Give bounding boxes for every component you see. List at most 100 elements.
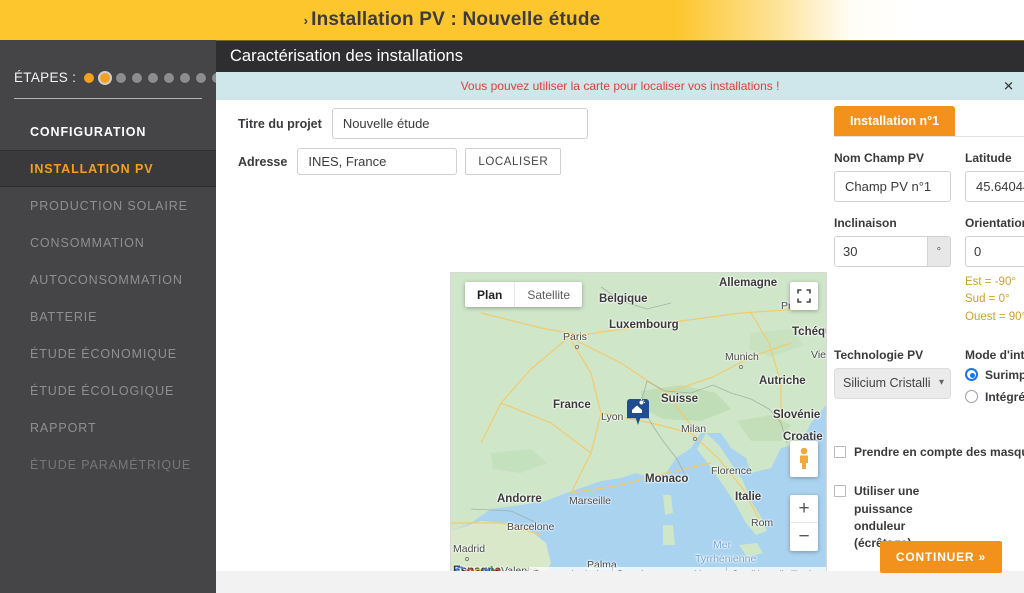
pegman-glyph (800, 447, 808, 469)
map-label-paris: Paris (563, 331, 587, 343)
step-dot-1[interactable] (84, 72, 95, 83)
technologie-pv-select[interactable]: Silicium Cristallin (834, 367, 951, 399)
map-type-satellite[interactable]: Satellite (514, 282, 582, 307)
orientation-label: Orientation (965, 216, 1024, 230)
address-row: Adresse LOCALISER (238, 148, 618, 175)
sidebar-item-label: INSTALLATION PV (30, 161, 154, 176)
map-label-belgique: Belgique (599, 293, 648, 305)
tab-installation-1[interactable]: Installation n°1 (834, 106, 956, 136)
street-view-pegman-icon[interactable] (790, 441, 818, 477)
map-type-plan[interactable]: Plan (465, 282, 514, 307)
page-title-text: Installation PV : Nouvelle étude (311, 9, 601, 30)
map-type-switch[interactable]: Plan Satellite (465, 282, 583, 307)
sidebar-item-label: ÉTUDE ÉCONOMIQUE (30, 346, 178, 361)
page-title: › Installation PV : Nouvelle étude (304, 9, 721, 31)
content-area: Titre du projet Adresse LOCALISER (216, 100, 1024, 593)
installation-row-3: Technologie PV Silicium Cristallin ▾ Mod… (834, 348, 1024, 418)
sidebar-menu: CONFIGURATION INSTALLATION PV PRODUCTION… (0, 113, 216, 483)
steps-indicator: ÉTAPES : (0, 40, 255, 85)
map-label-tyrrhenienne: Tyrrhénienne (695, 553, 757, 565)
project-title-row: Titre du projet (238, 108, 618, 139)
city-dot-munich (739, 365, 743, 369)
continue-button[interactable]: CONTINUER » (879, 541, 1002, 573)
checkbox-masques-row[interactable]: Prendre en compte des masques lointains … (834, 444, 1024, 461)
orientation-note-sud: Sud = 0° (965, 293, 1010, 306)
project-title-label: Titre du projet (238, 116, 322, 131)
close-icon[interactable]: ✕ (1003, 80, 1014, 93)
map-label-lyon: Lyon (601, 411, 624, 423)
footer-strip (216, 571, 1024, 593)
map-label-allemagne: Allemagne (719, 277, 778, 289)
installation-tabs: Installation n°1 (834, 106, 1024, 137)
technologie-pv-select-wrap: Silicium Cristallin ▾ (834, 367, 951, 399)
map-label-italie: Italie (735, 491, 762, 503)
section-header: Caractérisation des installations (216, 40, 1024, 72)
sidebar-item-consommation[interactable]: CONSOMMATION (0, 224, 216, 261)
map-zoom-controls[interactable]: + − (790, 495, 818, 551)
orientation-note-est: Est = -90° (965, 276, 1016, 288)
latitude-input[interactable] (965, 171, 1024, 202)
step-dot-5[interactable] (148, 72, 159, 83)
sidebar-item-autoconsommation[interactable]: AUTOCONSOMMATION (0, 261, 216, 298)
map-label-autriche: Autriche (759, 375, 806, 387)
step-dot-7[interactable] (180, 72, 191, 83)
latitude-label: Latitude (965, 151, 1012, 165)
sidebar-item-production-solaire[interactable]: PRODUCTION SOLAIRE (0, 187, 216, 224)
main-panel: Caractérisation des installations Vous p… (216, 40, 1024, 593)
radio-integre-au-bati-input[interactable] (965, 390, 978, 404)
map-label-andorre: Andorre (497, 493, 542, 505)
step-dot-2[interactable] (100, 72, 111, 83)
installation-row-2: Inclinaison ° Orientation ° E (834, 216, 1024, 326)
map-widget[interactable]: Allemagne Belgique Luxembourg Pr Tchéqu … (450, 272, 827, 582)
checkbox-masques[interactable] (834, 446, 846, 459)
sidebar-item-etude-parametrique[interactable]: ÉTUDE PARAMÉTRIQUE (0, 446, 216, 483)
map-label-milan: Milan (681, 423, 707, 435)
house-sun-icon (632, 399, 645, 413)
radio-integre-au-bati[interactable]: Intégré au bâti (965, 390, 1024, 404)
field-mode-integration: Mode d'intégration Surimposé Intégré au … (965, 348, 1024, 418)
project-form: Titre du projet Adresse LOCALISER (238, 108, 618, 184)
map-label-tchequie: Tchéqu (792, 326, 826, 338)
field-technologie-pv: Technologie PV Silicium Cristallin ▾ (834, 348, 951, 418)
address-input[interactable] (297, 148, 458, 175)
sidebar-item-label: BATTERIE (30, 309, 98, 324)
field-orientation: Orientation ° Est = -90° Sud = 0° Ouest … (965, 216, 1024, 326)
app-header: › Installation PV : Nouvelle étude (0, 0, 1024, 40)
sidebar-item-configuration[interactable]: CONFIGURATION (0, 113, 216, 150)
sidebar-divider (14, 98, 202, 99)
sidebar-item-installation-pv[interactable]: INSTALLATION PV (0, 150, 216, 187)
map-label-suisse: Suisse (661, 393, 699, 405)
orientation-input[interactable] (966, 237, 1024, 266)
step-dot-4[interactable] (132, 72, 143, 83)
inclinaison-input[interactable] (835, 237, 927, 266)
zoom-in-button[interactable]: + (790, 495, 818, 523)
checkbox-onduleur[interactable] (834, 485, 846, 498)
nom-champ-pv-input[interactable] (834, 171, 951, 202)
map-canvas[interactable]: Allemagne Belgique Luxembourg Pr Tchéqu … (451, 273, 826, 581)
sidebar-item-label: CONFIGURATION (30, 124, 147, 139)
sidebar-item-batterie[interactable]: BATTERIE (0, 298, 216, 335)
sidebar-item-etude-economique[interactable]: ÉTUDE ÉCONOMIQUE (0, 335, 216, 372)
locate-button[interactable]: LOCALISER (465, 148, 562, 175)
map-label-vienne: Vie (811, 349, 826, 361)
sidebar-item-label: PRODUCTION SOLAIRE (30, 198, 188, 213)
zoom-out-button[interactable]: − (790, 523, 818, 551)
section-title: Caractérisation des installations (230, 47, 463, 65)
nom-champ-pv-label: Nom Champ PV (834, 151, 925, 165)
step-dot-6[interactable] (164, 72, 175, 83)
technologie-pv-label: Technologie PV (834, 347, 924, 362)
map-label-slovenie: Slovénie (773, 409, 821, 421)
radio-surimpose-input[interactable] (965, 368, 978, 382)
radio-surimpose[interactable]: Surimposé (965, 368, 1024, 382)
step-dot-8[interactable] (196, 72, 207, 83)
map-label-madrid: Madrid (453, 543, 486, 555)
fullscreen-icon[interactable] (790, 282, 818, 310)
radio-surimpose-label: Surimposé (985, 367, 1024, 382)
map-label-monaco: Monaco (645, 473, 689, 485)
city-dot-milan (693, 437, 697, 441)
sidebar-item-rapport[interactable]: RAPPORT (0, 409, 216, 446)
step-dot-3[interactable] (116, 72, 127, 83)
sidebar-item-etude-ecologique[interactable]: ÉTUDE ÉCOLOGIQUE (0, 372, 216, 409)
project-title-input[interactable] (331, 108, 588, 139)
map-label-rome: Rom (751, 517, 774, 529)
